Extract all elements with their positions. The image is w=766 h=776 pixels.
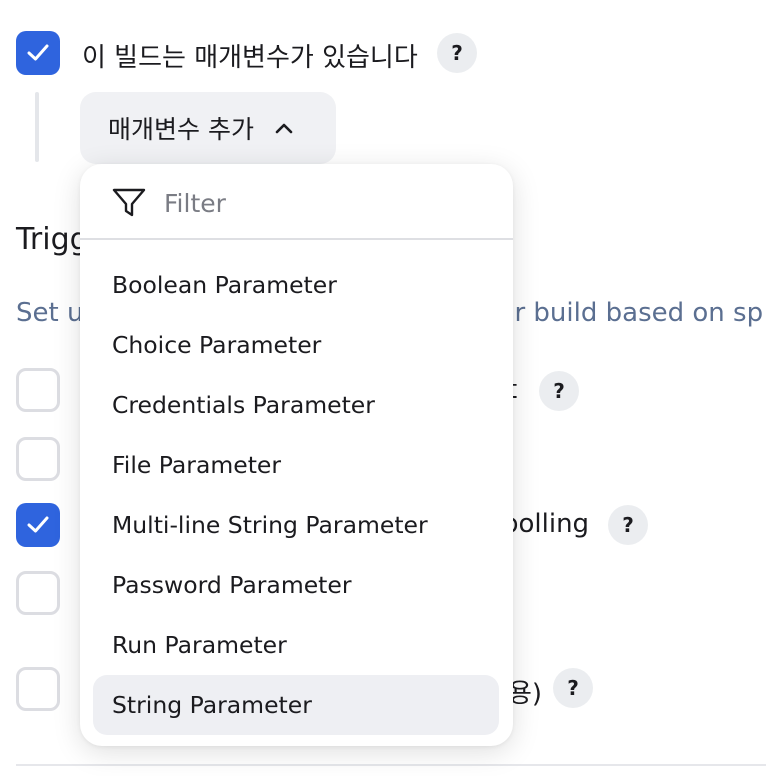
menu-item-credentials-parameter[interactable]: Credentials Parameter xyxy=(93,375,499,435)
checkmark-icon xyxy=(27,516,49,533)
help-icon[interactable]: ? xyxy=(553,668,593,708)
menu-item-run-parameter[interactable]: Run Parameter xyxy=(93,615,499,675)
help-icon[interactable]: ? xyxy=(539,371,579,411)
add-parameter-dropdown: Boolean Parameter Choice Parameter Crede… xyxy=(80,164,513,746)
checkmark-icon xyxy=(27,44,49,61)
menu-item-choice-parameter[interactable]: Choice Parameter xyxy=(93,315,499,375)
trigger-checkbox[interactable] xyxy=(16,667,60,711)
trigger-checkbox[interactable] xyxy=(16,368,60,412)
add-parameter-label: 매개변수 추가 xyxy=(108,115,254,144)
trigger-label-fragment: 용) xyxy=(508,679,543,709)
triggers-description-left: Set u xyxy=(16,298,84,328)
menu-item-file-parameter[interactable]: File Parameter xyxy=(93,435,499,495)
chevron-up-icon xyxy=(275,123,293,134)
menu-item-string-parameter[interactable]: String Parameter xyxy=(93,675,499,735)
triggers-description-right: ur build based on sp xyxy=(498,298,764,328)
triggers-section-title: Trigg xyxy=(16,222,89,257)
filter-funnel-icon xyxy=(112,188,146,217)
filter-row xyxy=(80,164,513,240)
menu-item-multiline-string-parameter[interactable]: Multi-line String Parameter xyxy=(93,495,499,555)
add-parameter-button[interactable]: 매개변수 추가 xyxy=(80,92,336,164)
trigger-checkbox[interactable] xyxy=(16,437,60,481)
help-icon[interactable]: ? xyxy=(608,505,648,545)
filter-input[interactable] xyxy=(164,184,484,222)
help-icon[interactable]: ? xyxy=(437,33,477,73)
trigger-checkbox[interactable] xyxy=(16,571,60,615)
parameterized-build-label: 이 빌드는 매개변수가 있습니다 xyxy=(82,43,418,73)
menu-item-password-parameter[interactable]: Password Parameter xyxy=(93,555,499,615)
trigger-label-fragment: polling xyxy=(502,509,590,539)
menu-item-boolean-parameter[interactable]: Boolean Parameter xyxy=(93,255,499,315)
nested-section-divider xyxy=(35,92,39,162)
section-divider xyxy=(16,764,766,766)
trigger-checkbox-poll-scm[interactable] xyxy=(16,503,60,547)
parameterized-build-checkbox[interactable] xyxy=(16,31,60,75)
